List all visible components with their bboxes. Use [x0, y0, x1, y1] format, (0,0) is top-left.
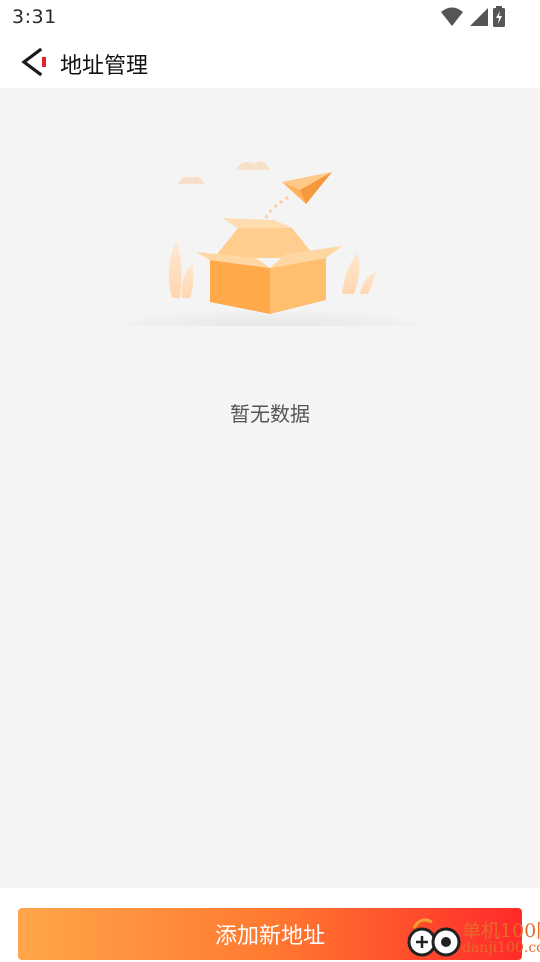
battery-charging-icon — [493, 6, 505, 27]
watermark-logo-icon — [407, 918, 461, 957]
empty-box-illustration — [120, 161, 420, 326]
watermark: 单机100网 danji100.com — [406, 914, 540, 962]
status-time: 3:31 — [12, 6, 57, 28]
back-button[interactable] — [16, 46, 50, 78]
watermark-url: danji100.com — [462, 940, 540, 956]
cellular-signal-icon — [470, 8, 488, 26]
back-arrow-icon — [21, 47, 46, 77]
status-bar: 3:31 — [0, 0, 540, 36]
wifi-icon — [441, 7, 463, 26]
bottom-bar: 添加新地址 单机100网 danji100.com — [0, 888, 540, 960]
nav-bar: 地址管理 — [0, 36, 540, 88]
empty-state-message: 暂无数据 — [230, 402, 310, 426]
watermark-name: 单机100网 — [462, 920, 540, 942]
main-content: 暂无数据 — [0, 88, 540, 888]
page-title: 地址管理 — [60, 54, 149, 79]
